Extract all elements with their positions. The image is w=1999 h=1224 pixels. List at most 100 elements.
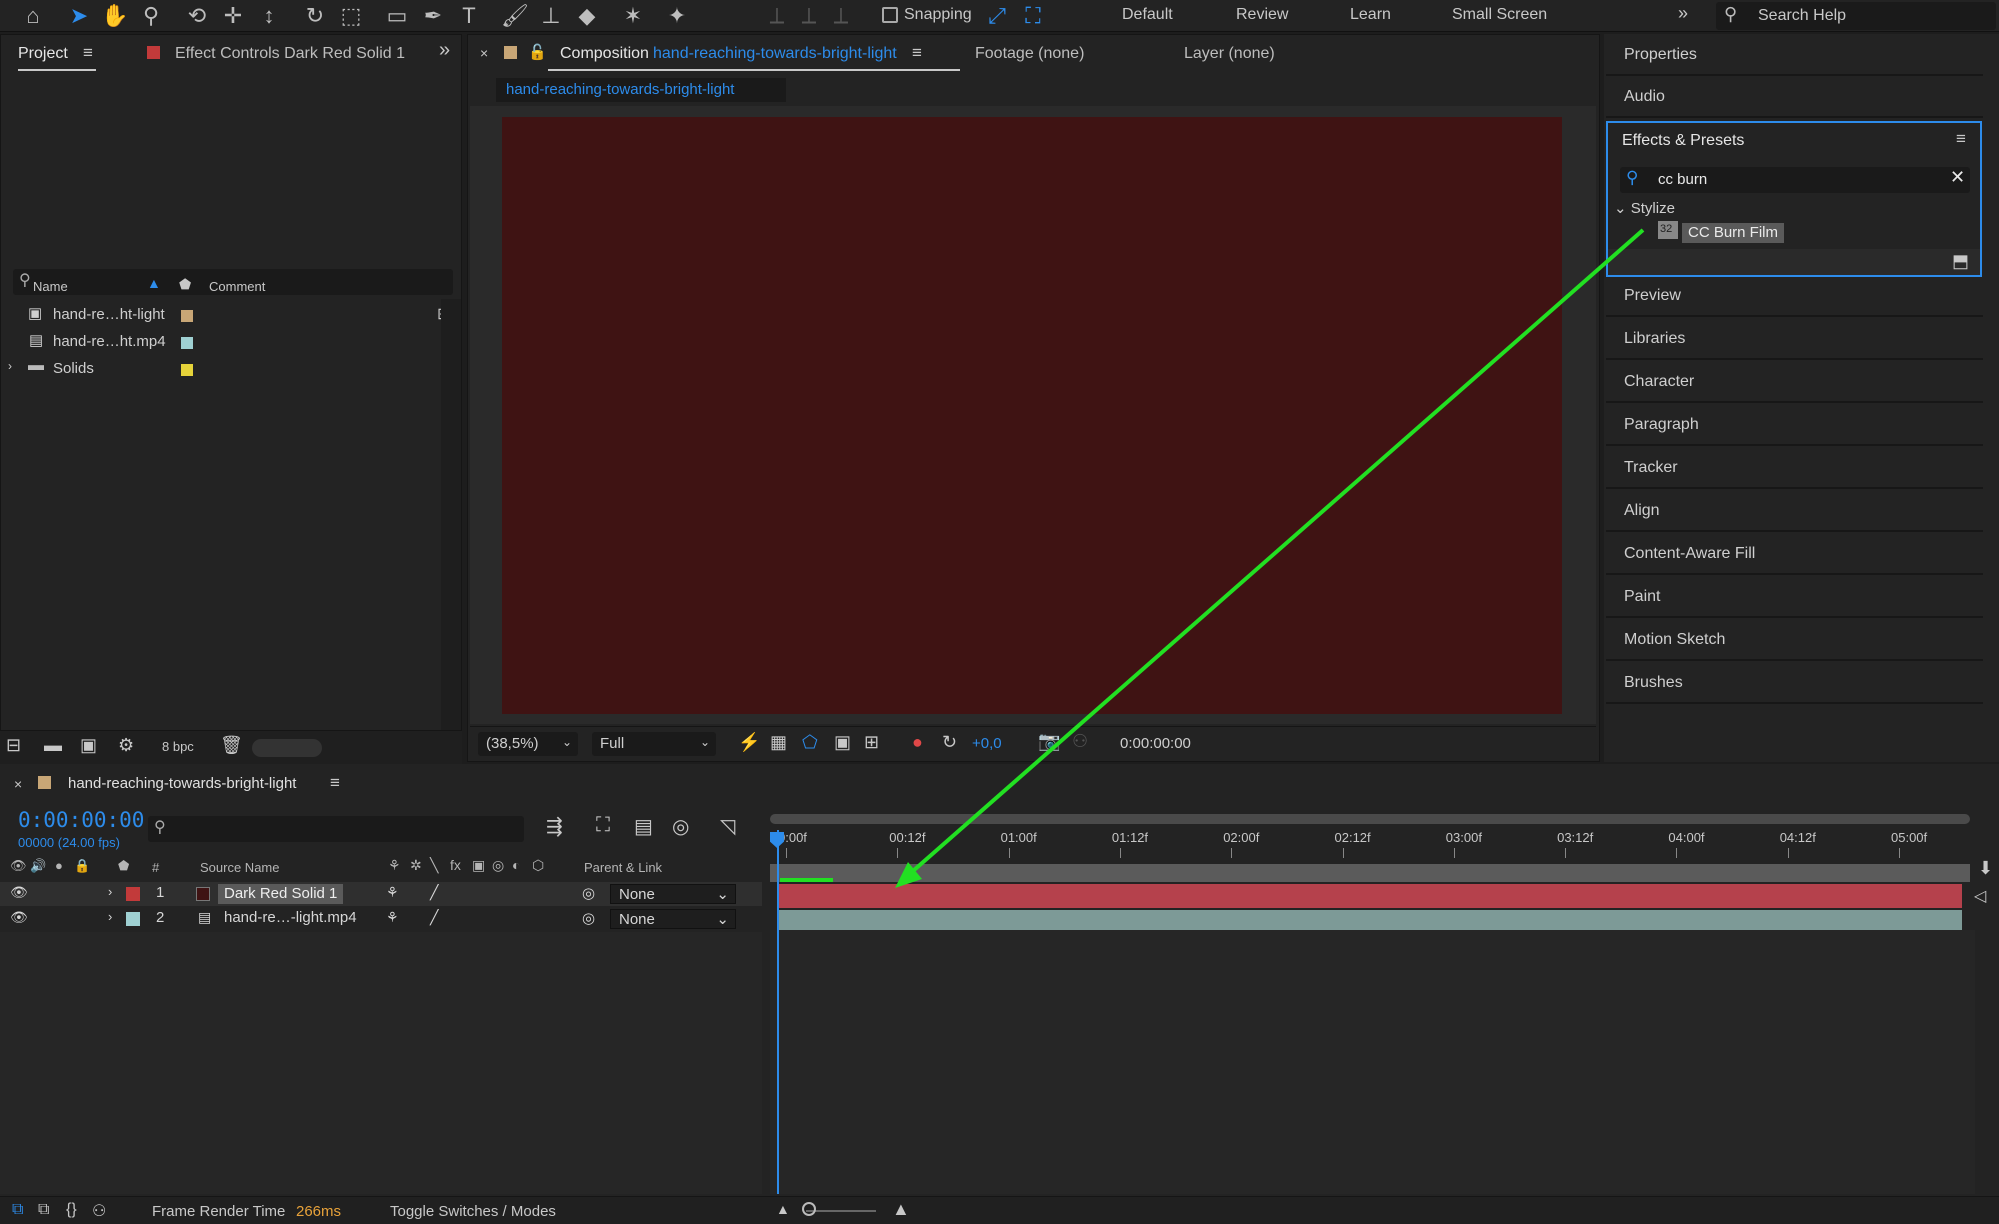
tab-layer[interactable]: Layer (none) <box>1184 45 1275 63</box>
grid-guides-icon[interactable]: ⊞ <box>864 732 879 753</box>
adjustment-layer-switch-icon[interactable]: ◐ <box>512 857 520 873</box>
snapshot-icon[interactable]: 📷 <box>1038 731 1060 752</box>
lock-icon[interactable]: 🔓 <box>528 43 547 61</box>
new-preset-icon[interactable]: ⬒ <box>1952 251 1969 272</box>
layer-expand-icon[interactable]: › <box>108 884 112 904</box>
comp-mini-flowchart-icon[interactable]: ⇶ <box>546 814 563 839</box>
comp-flowchart-tab[interactable]: hand-reaching-towards-bright-light <box>496 78 786 102</box>
zoom-in-icon[interactable]: ▲ <box>892 1199 910 1220</box>
shy-toggle-icon[interactable]: ⚘ <box>386 884 399 904</box>
snap-features-icon[interactable]: ⛶ <box>1018 2 1048 30</box>
column-source-name[interactable]: Source Name <box>200 860 279 875</box>
graph-editor-icon[interactable]: ◹ <box>720 814 735 839</box>
pickwhip-icon[interactable]: ◎ <box>582 884 595 904</box>
color-channels-icon[interactable]: ● <box>912 732 923 753</box>
effect-cc-burn-film[interactable]: CC Burn Film <box>1682 223 1785 243</box>
new-folder-icon[interactable]: ▬ <box>44 735 62 756</box>
align-panel-header[interactable]: Align <box>1606 492 1983 532</box>
roto-brush-icon[interactable]: ✶ <box>618 2 648 30</box>
project-item[interactable]: ▤ hand-re…ht.mp4 <box>1 329 441 356</box>
shift-time-icon[interactable]: ◁ <box>1974 886 1986 906</box>
label-swatch[interactable] <box>181 337 193 349</box>
current-time-display[interactable]: 0:00:00:00 <box>18 808 144 832</box>
shy-toggle-icon[interactable]: ⚘ <box>386 909 399 929</box>
tab-effect-controls[interactable]: Effect Controls Dark Red Solid 1 <box>175 45 405 63</box>
layer-duration-bar-1[interactable] <box>777 884 1962 908</box>
quality-toggle-icon[interactable]: ╱ <box>430 909 438 929</box>
layer-expand-icon[interactable]: › <box>108 909 112 929</box>
lock-switch-icon[interactable]: 🔒 <box>74 858 90 874</box>
tab-composition-name[interactable]: hand-reaching-towards-bright-light <box>653 45 897 63</box>
3d-layer-switch-icon[interactable]: ⬡ <box>532 857 544 874</box>
project-item[interactable]: ▣ hand-re…ht-light <box>1 302 441 329</box>
preview-panel-header[interactable]: Preview <box>1606 277 1983 317</box>
type-tool-icon[interactable]: T <box>454 2 484 30</box>
current-time-indicator[interactable] <box>777 830 779 1194</box>
parent-dropdown[interactable]: None ⌄ <box>610 909 736 929</box>
pickwhip-icon[interactable]: ◎ <box>582 909 595 929</box>
layer-row[interactable]: 👁 › 2 ▤ hand-re…-light.mp4 ⚘ ╱ ◎ None ⌄ <box>0 907 762 931</box>
transparency-grid-icon[interactable]: ▦ <box>770 732 787 753</box>
close-tab-icon[interactable]: × <box>480 45 488 61</box>
zoom-dropdown[interactable]: (38,5%) ⌄ <box>478 732 578 756</box>
collapse-switch-icon[interactable]: ✲ <box>410 857 422 874</box>
workspace-overflow-icon[interactable]: » <box>1678 3 1688 24</box>
sort-ascending-icon[interactable]: ▲ <box>147 275 161 291</box>
eraser-tool-icon[interactable]: ◆ <box>572 2 602 30</box>
axis-view-icon[interactable]: ⟂ <box>826 2 856 30</box>
brushes-panel-header[interactable]: Brushes <box>1606 664 1983 704</box>
label-tag-icon[interactable]: ⬟ <box>179 276 191 293</box>
video-switch-icon[interactable]: 👁 <box>10 858 27 874</box>
motion-blur-icon[interactable]: ◎ <box>672 814 689 839</box>
layer-row[interactable]: 👁 › 1 Dark Red Solid 1 ⚘ ╱ ◎ None ⌄ <box>0 882 762 906</box>
timeline-empty-area[interactable] <box>770 930 1975 1194</box>
visibility-eye-icon[interactable]: 👁 <box>10 909 28 929</box>
column-parent-link[interactable]: Parent & Link <box>584 860 662 875</box>
quality-toggle-icon[interactable]: ╱ <box>430 884 438 904</box>
axis-world-icon[interactable]: ⟂ <box>794 2 824 30</box>
toggle-switches-modes-button[interactable]: Toggle Switches / Modes <box>390 1203 556 1220</box>
tab-project[interactable]: Project <box>18 45 68 63</box>
layer-name[interactable]: hand-re…-light.mp4 <box>224 909 357 929</box>
label-swatch[interactable] <box>181 364 193 376</box>
work-area-bar[interactable] <box>770 864 1970 882</box>
quality-switch-icon[interactable]: ╲ <box>430 857 438 874</box>
workspace-review[interactable]: Review <box>1236 6 1288 24</box>
transfer-controls-icon[interactable]: ⧉ <box>38 1201 49 1219</box>
project-item[interactable]: › ▬ Solids <box>1 356 441 383</box>
exposure-value[interactable]: +0,0 <box>972 735 1002 752</box>
content-aware-fill-panel-header[interactable]: Content-Aware Fill <box>1606 535 1983 575</box>
layer-duration-bar-2[interactable] <box>777 910 1962 930</box>
zoom-slider-knob[interactable] <box>802 1202 816 1216</box>
thumbnail-size-slider[interactable] <box>252 739 322 757</box>
composition-canvas[interactable] <box>502 117 1562 714</box>
comp-marker-bin-icon[interactable]: ⬇ <box>1978 858 1993 879</box>
motion-sketch-panel-header[interactable]: Motion Sketch <box>1606 621 1983 661</box>
dolly-camera-icon[interactable]: ↕ <box>254 2 284 30</box>
panel-menu-icon[interactable]: ≡ <box>1956 129 1966 149</box>
label-swatch[interactable] <box>181 310 193 322</box>
render-time-icon[interactable]: ⚇ <box>92 1201 106 1221</box>
effects-category-stylize[interactable]: ⌄ Stylize <box>1614 199 1675 217</box>
timeline-search-input[interactable]: ⚲ <box>148 816 524 842</box>
region-of-interest-icon[interactable]: ▣ <box>834 732 851 753</box>
puppet-tool-icon[interactable]: ✦ <box>662 2 692 30</box>
time-ruler[interactable]: 0:00f 00:12f 01:00f 01:12f 02:00f 02:12f 03:00… <box>770 812 1975 866</box>
panel-overflow-icon[interactable]: » <box>439 39 450 62</box>
bpc-button[interactable]: 8 bpc <box>162 739 194 754</box>
panel-menu-icon[interactable]: ≡ <box>912 43 922 63</box>
label-column-icon[interactable]: ⬟ <box>118 858 129 874</box>
timeline-zoom-slider[interactable] <box>806 1210 876 1212</box>
workspace-learn[interactable]: Learn <box>1350 6 1391 24</box>
axis-local-icon[interactable]: ⟂ <box>762 2 792 30</box>
close-tab-icon[interactable]: × <box>14 776 22 792</box>
audio-switch-icon[interactable]: 🔊 <box>30 858 46 874</box>
tab-footage[interactable]: Footage (none) <box>975 45 1084 63</box>
panel-menu-icon[interactable]: ≡ <box>83 43 93 63</box>
fast-previews-icon[interactable]: ⚡ <box>738 732 760 753</box>
effect-switch-icon[interactable]: fx <box>450 857 461 873</box>
orbit-camera-icon[interactable]: ⟲ <box>182 2 212 30</box>
panel-menu-icon[interactable]: ≡ <box>330 773 340 793</box>
tab-composition-prefix[interactable]: Composition <box>560 45 649 63</box>
mask-visibility-icon[interactable]: ⬠ <box>802 732 818 753</box>
